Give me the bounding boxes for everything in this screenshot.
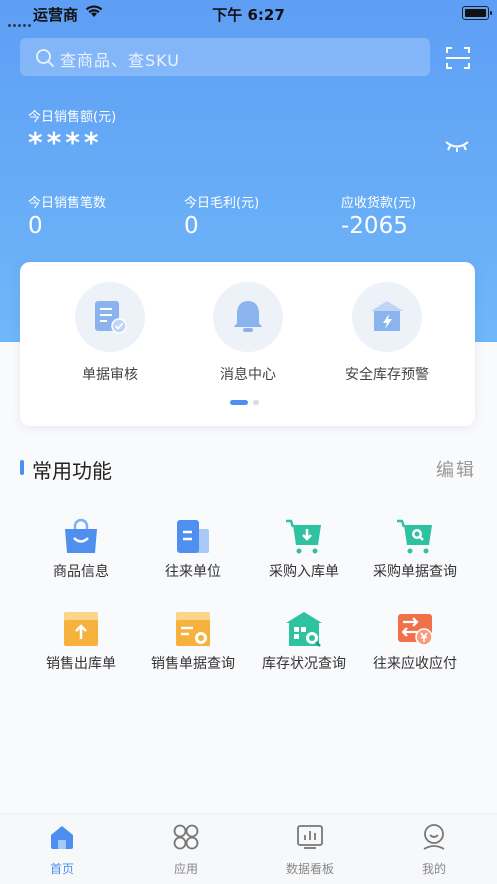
sales-value: **** <box>28 126 103 159</box>
status-time: 下午 6:27 <box>212 6 285 24</box>
function-purchase-query[interactable]: 采购单据查询 <box>355 517 475 587</box>
quick-action-message-center[interactable]: 消息中心 <box>178 282 318 383</box>
tab-label: 数据看板 <box>285 862 334 876</box>
tab-dashboard[interactable]: 数据看板 <box>250 822 370 877</box>
function-label: 往来单位 <box>165 564 221 580</box>
function-label: 采购入库单 <box>269 564 339 580</box>
quick-action-document-review[interactable]: 单据审核 <box>40 282 180 383</box>
cart-search-icon <box>397 519 432 554</box>
scan-icon[interactable] <box>445 45 471 71</box>
function-sales-query[interactable]: 销售单据查询 <box>133 609 253 679</box>
function-sales-outbound[interactable]: 销售出库单 <box>21 609 141 679</box>
metric-value-receivable: -2065 <box>341 213 408 239</box>
status-bar: 运营商 下午 6:27 <box>0 0 497 27</box>
metric-label-gross-profit: 今日毛利(元) <box>184 196 260 211</box>
function-product-info[interactable]: 商品信息 <box>21 517 141 587</box>
metric-label-sales-count: 今日销售笔数 <box>28 196 107 211</box>
bottom-tab-bar: 首页 应用 数据看板 我的 <box>0 813 497 884</box>
quick-action-label: 消息中心 <box>220 367 276 383</box>
dashboard-icon <box>297 825 323 849</box>
tab-label: 我的 <box>421 862 446 876</box>
building-icon <box>177 520 209 553</box>
section-accent <box>20 460 24 475</box>
cart-in-icon <box>286 519 321 554</box>
apps-icon <box>173 824 199 850</box>
function-purchase-receipt[interactable]: 采购入库单 <box>244 517 364 587</box>
battery-icon <box>462 6 492 20</box>
function-partners[interactable]: 往来单位 <box>133 517 253 587</box>
function-label: 往来应收应付 <box>373 656 457 672</box>
function-receivables-payables[interactable]: 往来应收应付 <box>355 609 475 679</box>
box-out-icon <box>64 612 98 646</box>
tab-label: 应用 <box>173 862 198 876</box>
search-input[interactable]: 查商品、查SKU <box>20 38 430 76</box>
transfer-money-icon <box>398 614 433 646</box>
warehouse-search-icon <box>286 612 322 647</box>
quick-action-label: 单据审核 <box>82 367 138 383</box>
metric-value-gross-profit: 0 <box>184 213 199 239</box>
metric-label-receivable: 应收货款(元) <box>341 196 417 211</box>
tab-profile[interactable]: 我的 <box>374 822 494 877</box>
search-placeholder: 查商品、查SKU <box>60 51 180 70</box>
tab-home[interactable]: 首页 <box>2 822 122 877</box>
quick-action-stock-alert[interactable]: 安全库存预警 <box>317 282 457 383</box>
metric-value-sales-count: 0 <box>28 213 43 239</box>
function-label: 库存状况查询 <box>262 656 346 672</box>
function-label: 销售出库单 <box>46 656 116 672</box>
tab-apps[interactable]: 应用 <box>126 822 246 877</box>
function-label: 采购单据查询 <box>373 564 457 580</box>
eye-closed-icon[interactable] <box>444 138 470 154</box>
edit-button[interactable]: 编辑 <box>436 456 476 482</box>
quick-action-label: 安全库存预警 <box>345 367 429 383</box>
box-search-icon <box>176 612 210 647</box>
function-label: 销售单据查询 <box>151 656 235 672</box>
search-icon <box>36 49 54 67</box>
sales-label: 今日销售额(元) <box>28 110 117 125</box>
section-title: 常用功能 <box>32 459 112 483</box>
tab-label: 首页 <box>49 862 74 876</box>
function-label: 商品信息 <box>53 564 109 580</box>
bell-icon <box>234 301 262 332</box>
document-check-icon <box>95 301 127 334</box>
profile-icon <box>423 824 445 850</box>
quick-actions-card: 单据审核 消息中心 安全库存预警 <box>20 262 475 426</box>
carousel-indicator <box>20 400 475 406</box>
home-icon <box>51 826 73 849</box>
warehouse-alert-icon <box>371 301 403 331</box>
shopping-bag-icon <box>65 518 97 553</box>
function-inventory-query[interactable]: 库存状况查询 <box>244 609 364 679</box>
